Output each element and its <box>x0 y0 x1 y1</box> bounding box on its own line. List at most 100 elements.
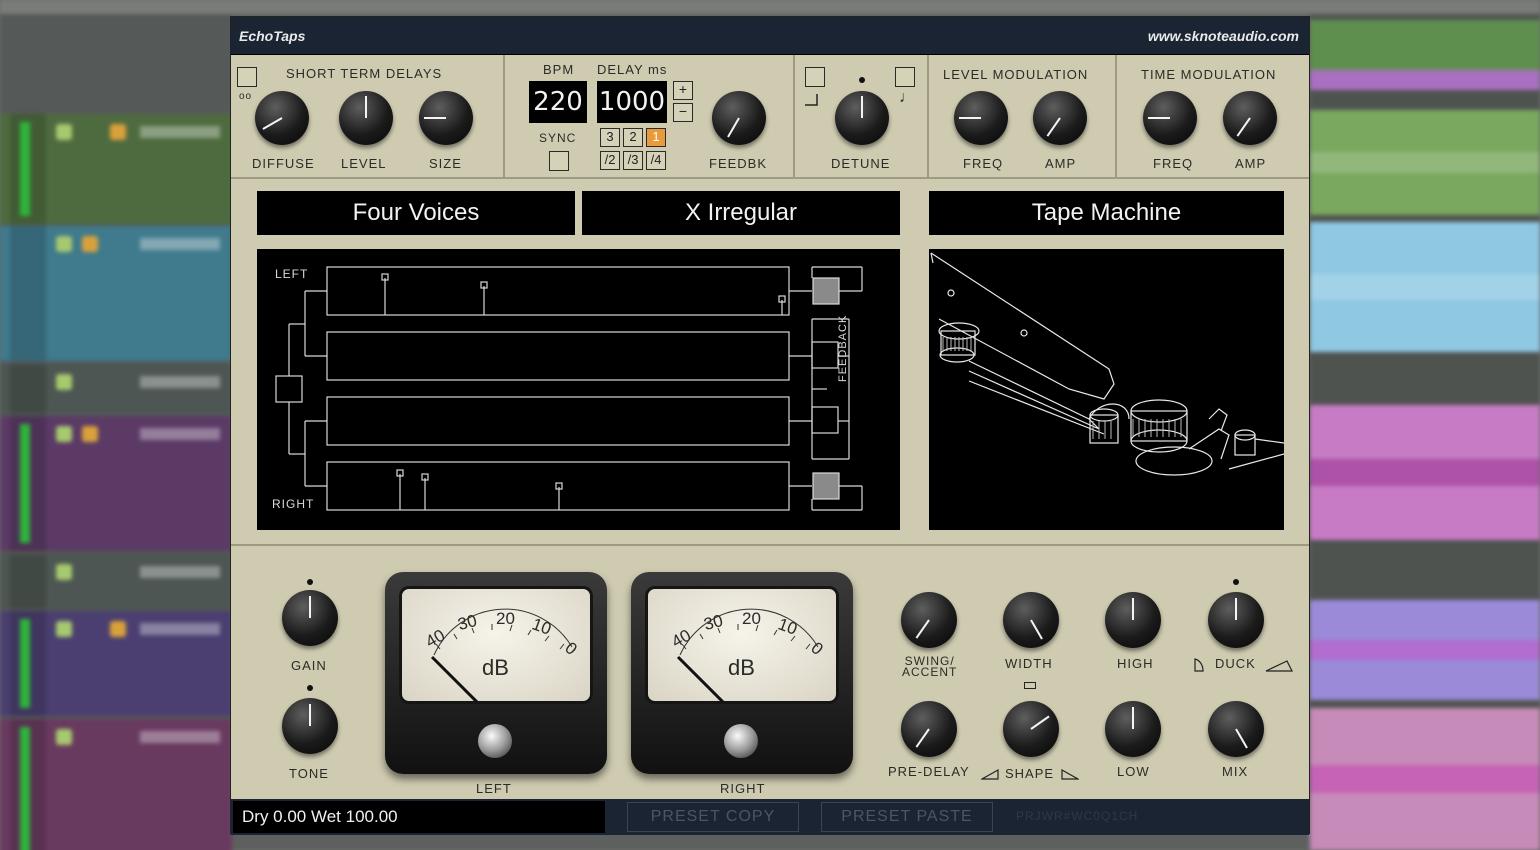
level-mod-amp-knob[interactable] <box>1033 91 1087 145</box>
meter-bolt <box>724 724 758 758</box>
sync-checkbox[interactable] <box>549 151 569 171</box>
shape-ramp-down-icon <box>1061 768 1079 780</box>
sync-label: SYNC <box>539 131 577 145</box>
right-vu-meter: 40 30 20 10 0 dB <box>631 572 853 774</box>
tick-20: 20 <box>496 609 515 628</box>
audio-clip <box>1310 708 1540 850</box>
time-mod-amp-label: AMP <box>1235 156 1267 171</box>
time-modulation-section: TIME MODULATION FREQ AMP <box>1117 55 1311 179</box>
track-row <box>0 611 232 716</box>
level-mod-freq-label: FREQ <box>963 156 1004 171</box>
tick-20: 20 <box>742 609 761 628</box>
shape-ramp-up-icon <box>981 768 999 780</box>
bpm-display[interactable]: 220 <box>529 81 587 123</box>
multiplier-1-button[interactable]: 1 <box>646 128 666 147</box>
high-label: HIGH <box>1117 656 1154 671</box>
knob-indicator <box>309 704 311 726</box>
shape-knob[interactable] <box>1003 701 1059 757</box>
mix-knob[interactable] <box>1208 701 1264 757</box>
feedback-knob[interactable] <box>712 91 766 145</box>
high-knob[interactable] <box>1105 592 1161 648</box>
duck-fast-icon <box>1194 658 1204 672</box>
tone-label: TONE <box>289 766 329 781</box>
audio-clip <box>1310 70 1540 90</box>
duck-knob[interactable] <box>1208 592 1264 648</box>
gain-knob[interactable] <box>282 590 338 646</box>
left-meter-label: LEFT <box>476 781 512 796</box>
status-bar: Dry 0.00 Wet 100.00 PRESET COPY PRESET P… <box>231 799 1309 835</box>
swing-accent-knob[interactable] <box>901 592 957 648</box>
multiplier-3-button[interactable]: 3 <box>600 128 620 147</box>
knob-indicator <box>915 728 930 748</box>
level-mod-amp-label: AMP <box>1045 156 1077 171</box>
detune-right-checkbox[interactable] <box>895 67 915 87</box>
db-unit: dB <box>728 655 755 680</box>
shape-label: SHAPE <box>1005 766 1055 781</box>
knob-indicator <box>1148 117 1170 119</box>
time-mod-freq-label: FREQ <box>1153 156 1194 171</box>
tap-routing-graphic <box>275 266 863 511</box>
size-knob[interactable] <box>419 91 473 145</box>
timeline-ruler <box>0 0 1540 14</box>
short-term-title: SHORT TERM DELAYS <box>286 66 443 81</box>
level-knob[interactable] <box>339 91 393 145</box>
knob-indicator <box>861 96 863 118</box>
swing-accent-label: SWING/ ACCENT <box>902 654 958 679</box>
width-label: WIDTH <box>1005 656 1053 671</box>
audio-clip <box>1310 405 1540 540</box>
division-3-button[interactable]: /3 <box>623 151 643 170</box>
duck-center-dot <box>1233 579 1239 585</box>
plugin-titlebar: EchoTaps www.sknoteaudio.com <box>231 17 1309 55</box>
stereo-link-checkbox[interactable] <box>237 67 257 87</box>
width-toggle-icon[interactable] <box>1024 682 1036 689</box>
detune-left-checkbox[interactable] <box>805 67 825 87</box>
division-4-button[interactable]: /4 <box>646 151 666 170</box>
echotaps-plugin-window: EchoTaps www.sknoteaudio.com oo SHORT TE… <box>230 16 1311 835</box>
left-vu-meter: 40 30 20 10 0 dB <box>385 572 607 774</box>
knob-indicator <box>1132 707 1134 729</box>
short-term-delays-section: oo SHORT TERM DELAYS DIFFUSE LEVEL SIZE <box>231 55 505 179</box>
knob-indicator <box>365 96 367 118</box>
low-label: LOW <box>1117 764 1150 779</box>
detune-label: DETUNE <box>831 156 891 171</box>
delay-plus-button[interactable]: + <box>673 81 693 100</box>
voices-preset-selector[interactable]: Four Voices <box>257 191 575 235</box>
low-knob[interactable] <box>1105 701 1161 757</box>
lower-controls: GAIN TONE 40 30 20 10 0 dB LEFT 40 30 20… <box>231 544 1309 799</box>
track-row <box>0 364 232 414</box>
multiplier-2-button[interactable]: 2 <box>623 128 643 147</box>
delay-minus-button[interactable]: − <box>673 103 693 122</box>
time-mod-freq-knob[interactable] <box>1143 91 1197 145</box>
right-channel-label: RIGHT <box>272 497 315 511</box>
tone-knob[interactable] <box>282 698 338 754</box>
knob-indicator <box>1046 117 1061 137</box>
audio-clip <box>1310 110 1540 215</box>
division-2-button[interactable]: /2 <box>600 151 620 170</box>
tap-diagram[interactable]: LEFT RIGHT FEEDBACK <box>257 249 900 530</box>
track-row <box>0 226 232 361</box>
delay-ms-label: DELAY ms <box>597 62 668 77</box>
note-icon: ♩ <box>899 89 916 106</box>
knob-indicator <box>727 117 740 138</box>
style-preset-selector[interactable]: Tape Machine <box>929 191 1284 235</box>
level-mod-freq-knob[interactable] <box>954 91 1008 145</box>
knob-indicator <box>1236 117 1251 137</box>
delay-ms-display[interactable]: 1000 <box>597 81 667 123</box>
detune-knob[interactable] <box>835 91 889 145</box>
vendor-url[interactable]: www.sknoteaudio.com <box>1148 28 1299 44</box>
plugin-name: EchoTaps <box>239 28 306 44</box>
diffuse-knob[interactable] <box>255 91 309 145</box>
track-row <box>0 416 232 551</box>
gain-label: GAIN <box>291 658 327 673</box>
width-knob[interactable] <box>1003 592 1059 648</box>
left-channel-label: LEFT <box>275 267 309 281</box>
knob-indicator <box>1235 598 1237 620</box>
pattern-preset-selector[interactable]: X Irregular <box>582 191 900 235</box>
time-mod-amp-knob[interactable] <box>1223 91 1277 145</box>
detune-section: ♩ DETUNE <box>795 55 929 179</box>
preset-copy-button[interactable]: PRESET COPY <box>627 802 799 832</box>
knob-indicator <box>1030 619 1043 640</box>
preset-paste-button[interactable]: PRESET PASTE <box>821 802 993 832</box>
audio-clip <box>1310 222 1540 352</box>
pre-delay-knob[interactable] <box>901 701 957 757</box>
